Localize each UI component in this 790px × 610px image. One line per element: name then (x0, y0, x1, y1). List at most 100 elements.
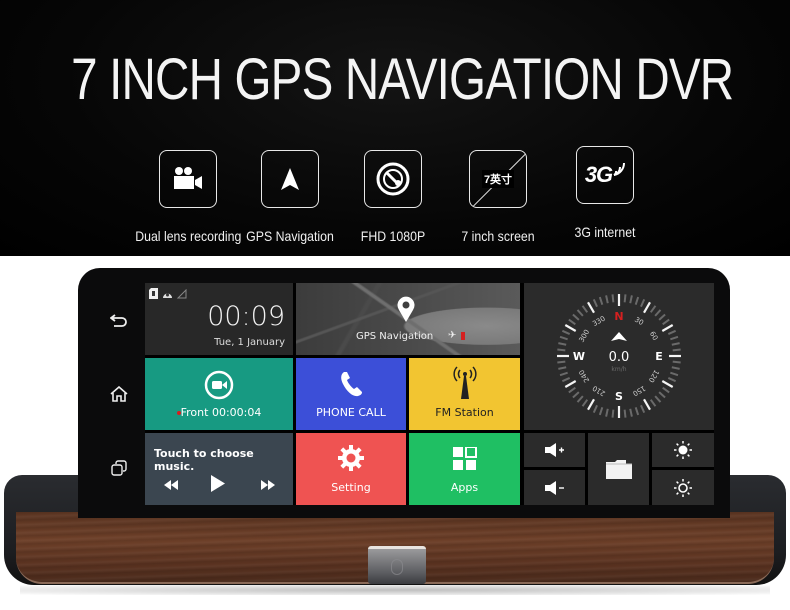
recorder-status: Front 00:00:04 (145, 406, 293, 419)
compass-minor-tick (558, 342, 567, 346)
3g-badge: 3G (584, 162, 613, 187)
clock-date: Tue, 1 January (214, 337, 285, 348)
brightness-up-icon (674, 441, 692, 459)
fm-station-tile[interactable]: FM Station (409, 358, 520, 430)
compass-minor-tick (572, 391, 580, 399)
apps-tile[interactable]: Apps (409, 433, 520, 505)
camera-slot (368, 546, 426, 584)
compass-minor-tick (561, 377, 571, 383)
back-button[interactable] (104, 305, 134, 335)
compass-minor-tick (670, 371, 679, 377)
compass-major-tick (564, 324, 577, 332)
compass-major-tick (564, 380, 577, 388)
gps-signal-icon (162, 286, 173, 304)
setting-tile[interactable]: Setting (296, 433, 406, 505)
compass-minor-tick (654, 395, 662, 403)
brightness-up-button[interactable] (652, 433, 714, 467)
status-bar (149, 286, 187, 304)
file-manager-button[interactable] (588, 433, 649, 505)
music-prompt: Touch to choose music. (154, 447, 254, 473)
cell-signal-icon (176, 286, 187, 304)
compass-minor-tick (568, 386, 576, 394)
satellite-icon: ✈ (448, 330, 457, 341)
volume-up-icon (544, 443, 564, 457)
screen-size-icon: 7英寸 (469, 150, 527, 208)
compass-minor-tick (557, 360, 566, 364)
volume-up-button[interactable] (524, 433, 585, 467)
compass-degree-label: 210 (591, 384, 607, 398)
compass-minor-tick (576, 395, 584, 403)
compass-speed-unit: km/h (611, 366, 626, 373)
compass-minor-tick (605, 408, 609, 417)
device-screen: 00:09 Tue, 1 January GPS Navigation ✈ N E… (145, 283, 714, 505)
fast-forward-button[interactable] (261, 479, 275, 493)
brightness-down-button[interactable] (652, 470, 714, 505)
feature-label: 3G internet (574, 224, 636, 240)
compass-minor-tick (672, 360, 681, 364)
compass-minor-tick (654, 309, 662, 317)
clock-widget[interactable]: 00:09 Tue, 1 January (145, 283, 293, 355)
compass-minor-tick (667, 377, 677, 383)
apps-label: Apps (450, 481, 479, 494)
compass-major-tick (661, 324, 674, 332)
compass-widget: N E S W 30 60 120 150 210 240 300 330 0.0 km/h (524, 283, 714, 430)
dvr-recorder-tile[interactable]: Front 00:00:04 (145, 358, 293, 430)
hd-lens-icon (364, 150, 422, 208)
compass-major-tick (643, 301, 651, 314)
compass-minor-tick (592, 298, 598, 308)
phone-call-tile[interactable]: PHONE CALL (296, 358, 406, 430)
fm-station-label: FM Station (435, 406, 494, 419)
clock-time: 00:09 (207, 301, 285, 332)
volume-down-button[interactable] (524, 470, 585, 505)
recent-apps-icon (111, 460, 127, 476)
compass-degree-label: 240 (578, 368, 592, 384)
compass-minor-tick (658, 391, 666, 399)
feature-gps: GPS Navigation (230, 150, 350, 244)
gear-icon (338, 445, 364, 471)
recorder-label: Front 00:00:04 (180, 406, 262, 419)
compass-minor-tick (561, 329, 571, 335)
compass-minor-tick (671, 342, 680, 346)
sd-card-icon (149, 286, 158, 304)
feature-label: Dual lens recording (135, 228, 242, 244)
compass-minor-tick (598, 296, 604, 305)
compass-minor-tick (572, 313, 580, 321)
compass-minor-tick (640, 298, 646, 308)
play-icon (211, 475, 225, 492)
compass-minor-tick (667, 329, 677, 335)
back-icon (110, 314, 127, 327)
compass-minor-tick (611, 294, 615, 303)
recent-apps-button[interactable] (104, 453, 134, 483)
compass-minor-tick (634, 296, 640, 305)
play-button[interactable] (211, 475, 225, 495)
3g-signal-icon: 3G (576, 146, 634, 204)
device-shadow (20, 585, 770, 595)
compass-speed: 0.0 (609, 350, 630, 365)
gps-status-indicator (461, 332, 465, 340)
rewind-icon (164, 480, 178, 490)
feature-screen: 7英寸 7 inch screen (438, 150, 558, 244)
compass-minor-tick (670, 335, 679, 341)
compass-degree-label: 120 (647, 368, 661, 384)
compass-degree-label: 30 (633, 316, 645, 327)
compass-minor-tick (581, 305, 589, 313)
compass-minor-tick (558, 366, 567, 370)
compass-minor-tick (629, 295, 633, 304)
android-nav-bar (96, 283, 142, 505)
home-button[interactable] (104, 379, 134, 409)
gps-navigation-label: GPS Navigation (356, 331, 434, 342)
compass-minor-tick (559, 371, 568, 377)
home-icon (110, 386, 128, 402)
location-pin-icon (397, 296, 415, 322)
brightness-down-icon (674, 478, 692, 497)
music-player-tile[interactable]: Touch to choose music. (145, 433, 293, 505)
compass-degree-label: 300 (578, 328, 592, 344)
navigation-arrow-icon (261, 150, 319, 208)
gps-navigation-tile[interactable]: GPS Navigation ✈ (296, 283, 520, 355)
compass-major-tick (587, 301, 595, 314)
compass-minor-tick (592, 404, 598, 414)
banner-title: 7 INCH GPS NAVIGATION DVR (71, 47, 734, 112)
rewind-button[interactable] (164, 479, 178, 493)
apps-grid-icon (453, 447, 477, 470)
compass-minor-tick (662, 318, 670, 326)
